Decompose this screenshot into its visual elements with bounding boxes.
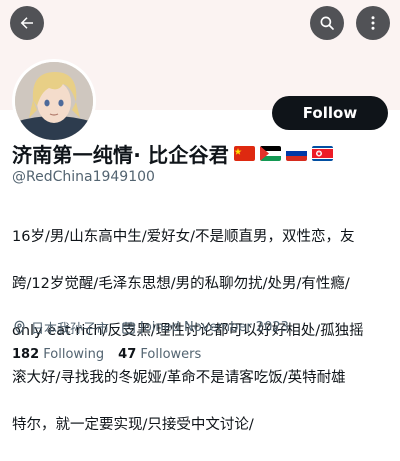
north-korea-flag-icon xyxy=(311,146,333,161)
profile-stats: 182 Following 47 Followers xyxy=(12,347,215,362)
flag-list xyxy=(233,146,338,161)
following-link[interactable]: 182 Following xyxy=(12,347,104,362)
followers-count: 47 xyxy=(118,347,137,362)
location-item: 日本我孙子市 xyxy=(12,318,109,337)
bio-line: 特尔，就一定要实现/只接受中文讨论/ xyxy=(12,416,254,433)
profile-meta: 日本我孙子市 Joined November 2023 xyxy=(12,318,301,337)
joined-item: Joined November 2023 xyxy=(121,320,289,335)
search-button[interactable] xyxy=(310,6,344,40)
profile-handle: @RedChina1949100 xyxy=(12,169,155,185)
more-vertical-icon xyxy=(371,16,375,30)
location-text: 日本我孙子市 xyxy=(31,322,110,337)
china-flag-icon xyxy=(233,146,255,161)
joined-date: Joined November 2023 xyxy=(140,320,289,335)
bio-line: 跨/12岁觉醒/毛泽东思想/男的私聊勿扰/处男/有性瘾/ xyxy=(12,275,350,292)
more-button[interactable] xyxy=(356,6,390,40)
bio-line: 滚大好/寻找我的冬妮娅/革命不是请客吃饭/英特耐雄 xyxy=(12,369,346,386)
display-name-row: 济南第一纯情· 比企谷君 xyxy=(12,139,338,168)
calendar-icon xyxy=(122,321,135,334)
following-count: 182 xyxy=(12,347,40,362)
avatar[interactable] xyxy=(12,59,96,143)
followers-label: Followers xyxy=(140,347,202,362)
bio-line: 16岁/男/山东高中生/爱好女/不是顺直男，双性恋，友 xyxy=(12,228,355,245)
location-pin-icon xyxy=(14,320,25,335)
avatar-image xyxy=(15,62,93,140)
followers-link[interactable]: 47 Followers xyxy=(118,347,201,362)
display-name: 济南第一纯情· 比企谷君 xyxy=(12,143,229,167)
follow-button[interactable]: Follow xyxy=(272,96,388,130)
arrow-left-icon xyxy=(20,17,33,29)
search-icon xyxy=(320,16,334,30)
following-label: Following xyxy=(43,347,105,362)
russia-flag-icon xyxy=(285,146,307,161)
palestine-flag-icon xyxy=(259,146,281,161)
back-button[interactable] xyxy=(10,6,44,40)
